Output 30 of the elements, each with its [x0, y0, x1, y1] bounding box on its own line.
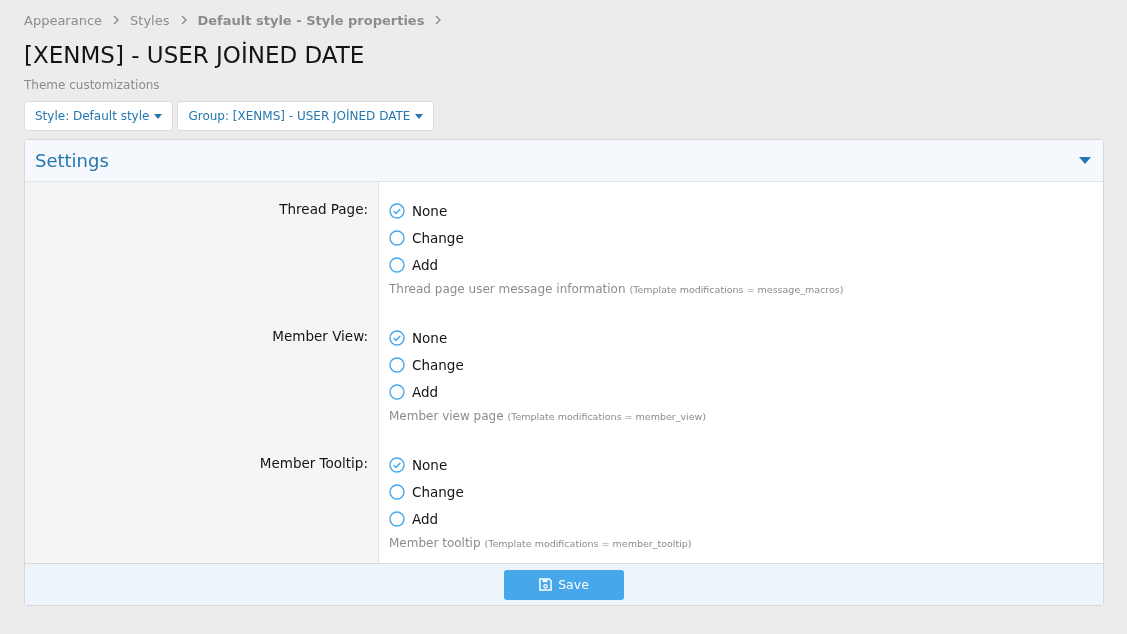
radio-option[interactable]: Change [389, 351, 1093, 378]
caret-icon [154, 113, 163, 119]
template-note: (Template modifications = member_tooltip) [484, 538, 692, 549]
filter-dropdown[interactable]: Style: Default style [24, 101, 174, 131]
radio-option[interactable]: Add [389, 378, 1093, 405]
radio-option[interactable]: Add [389, 251, 1093, 278]
template-note: (Template modifications = member_view) [507, 411, 707, 422]
chevron-right-icon [179, 15, 188, 25]
collapse-toggle-icon[interactable] [1079, 157, 1091, 164]
page-subtitle: Theme customizations [24, 78, 161, 92]
radio-option[interactable]: Add [389, 505, 1093, 532]
setting-explain: Thread page user message information [389, 282, 626, 296]
page-title: [XENMS] - USER JOİNED DATE [24, 42, 366, 68]
filter-dropdown[interactable]: Group: [XENMS] - USER JOİNED DATE [177, 101, 435, 131]
setting-label: Member View: [272, 328, 368, 344]
radio-option[interactable]: None [389, 451, 1093, 478]
save-icon [539, 578, 553, 591]
caret-icon [415, 113, 424, 119]
radio-option[interactable]: None [389, 197, 1093, 224]
radio-option[interactable]: None [389, 324, 1093, 351]
radio-option[interactable]: Change [389, 478, 1093, 505]
setting-label: Member Tooltip: [259, 455, 368, 471]
radio-option[interactable]: Change [389, 224, 1093, 251]
setting-label: Thread Page: [279, 201, 368, 217]
chevron-right-icon [112, 15, 121, 25]
setting-explain: Member view page [389, 409, 504, 423]
chevron-right-icon [434, 15, 443, 25]
panel-title: Settings [35, 150, 109, 171]
template-note: (Template modifications = message_macros) [629, 284, 844, 295]
setting-explain: Member tooltip [389, 536, 481, 550]
